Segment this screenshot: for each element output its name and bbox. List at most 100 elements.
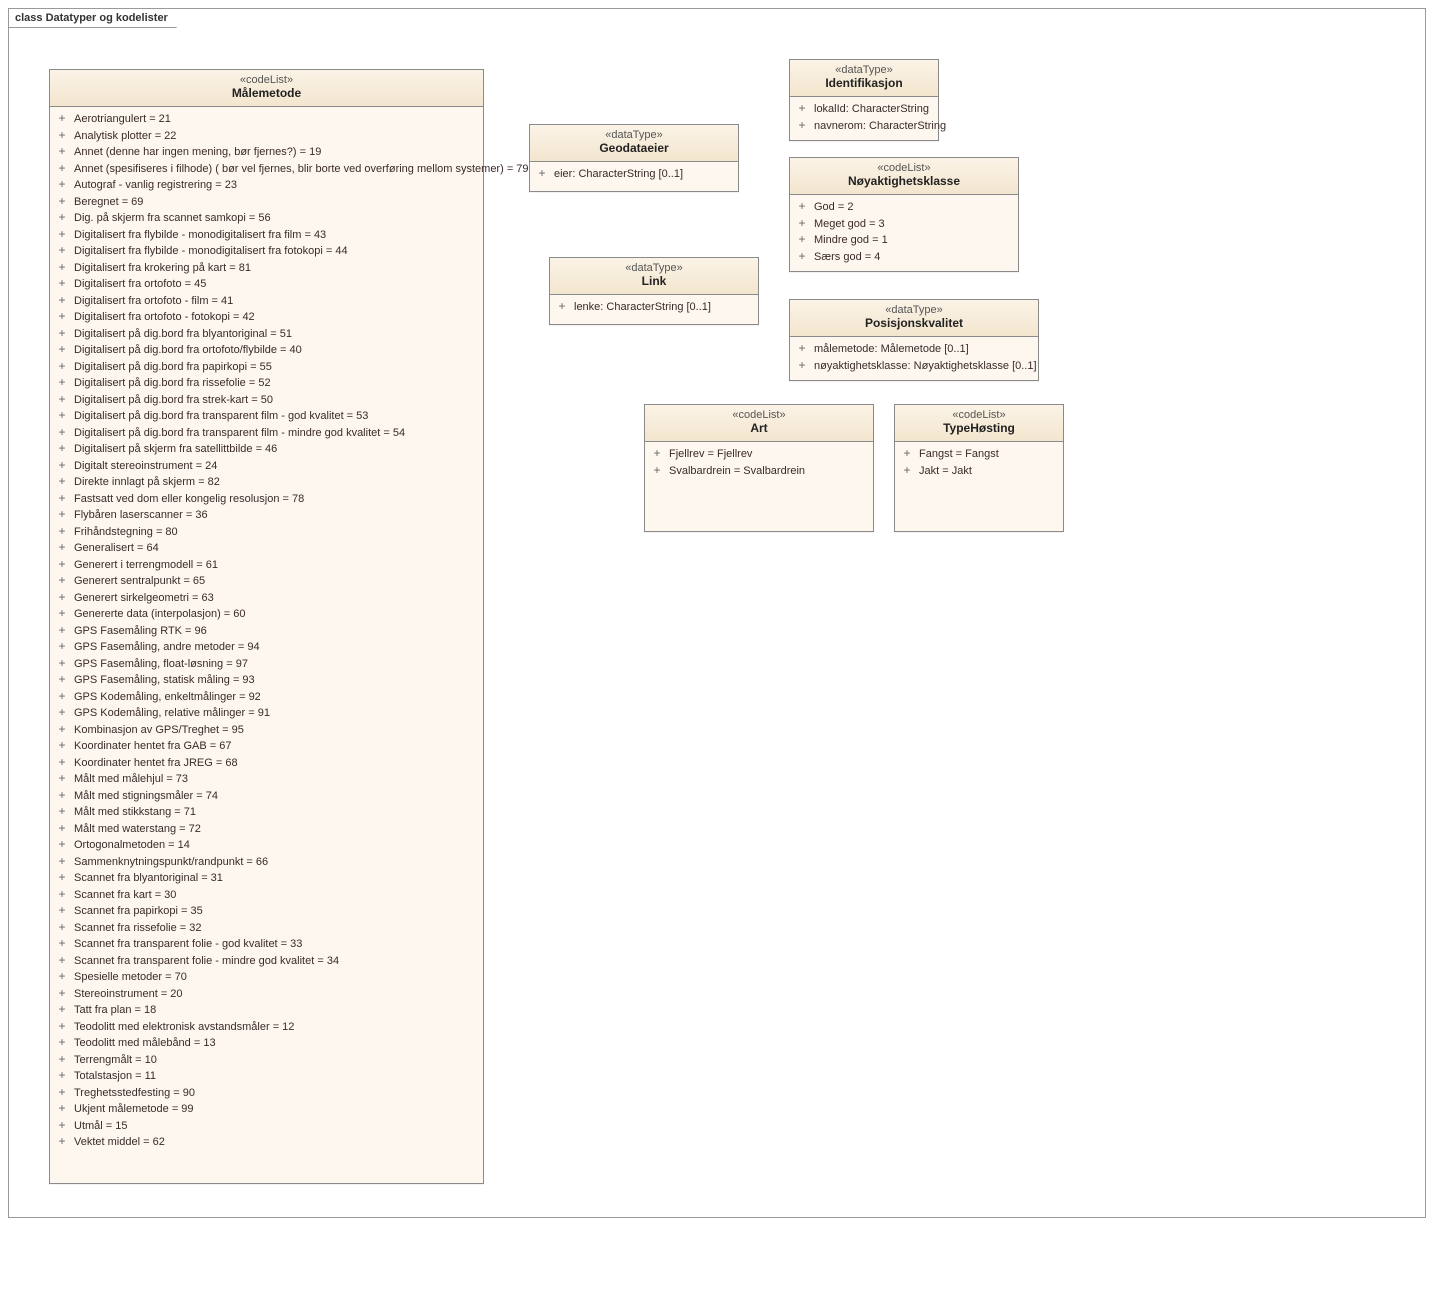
uml-attr-visibility: + xyxy=(58,854,66,870)
uml-attr-visibility: + xyxy=(58,359,66,375)
uml-attribute-row: +Scannet fra blyantoriginal = 31 xyxy=(58,870,477,887)
uml-attr-text: Scannet fra papirkopi = 35 xyxy=(74,904,203,920)
uml-class-header: «dataType»Posisjonskvalitet xyxy=(790,300,1038,337)
uml-attribute-row: +målemetode: Målemetode [0..1] xyxy=(798,341,1032,358)
uml-class-geodataeier: «dataType»Geodataeier +eier: CharacterStr… xyxy=(529,124,739,192)
uml-attribute-row: +Digitalt stereoinstrument = 24 xyxy=(58,458,477,475)
uml-class-body: +eier: CharacterString [0..1] xyxy=(530,162,738,189)
uml-attribute-row: +Digitalisert på dig.bord fra ortofoto/f… xyxy=(58,342,477,359)
uml-attr-text: Annet (spesifiseres i filhode) ( bør vel… xyxy=(74,162,529,178)
uml-stereotype: «dataType» xyxy=(796,64,932,76)
uml-attribute-row: +Jakt = Jakt xyxy=(903,463,1057,480)
uml-attribute-row: +God = 2 xyxy=(798,199,1012,216)
uml-attr-visibility: + xyxy=(58,573,66,589)
uml-attr-visibility: + xyxy=(58,606,66,622)
uml-attr-text: Digitalisert fra ortofoto - fotokopi = 4… xyxy=(74,310,255,326)
uml-attr-text: lokalId: CharacterString xyxy=(814,102,929,118)
uml-attribute-row: +Digitalisert på dig.bord fra rissefolie… xyxy=(58,375,477,392)
uml-attr-text: navnerom: CharacterString xyxy=(814,119,946,135)
uml-attribute-row: +GPS Fasemåling, statisk måling = 93 xyxy=(58,672,477,689)
uml-attribute-row: +Digitalisert fra flybilde - monodigital… xyxy=(58,243,477,260)
uml-attribute-row: +Målt med målehjul = 73 xyxy=(58,771,477,788)
uml-attr-visibility: + xyxy=(58,260,66,276)
uml-class-body: +Fjellrev = Fjellrev+Svalbardrein = Sval… xyxy=(645,442,873,485)
uml-attr-text: Scannet fra transparent folie - god kval… xyxy=(74,937,302,953)
uml-attr-text: Digitalisert fra krokering på kart = 81 xyxy=(74,261,251,277)
uml-attr-visibility: + xyxy=(58,326,66,342)
uml-class-header: «dataType»Geodataeier xyxy=(530,125,738,162)
uml-attr-visibility: + xyxy=(58,1118,66,1134)
uml-attribute-row: +Teodolitt med elektronisk avstandsmåler… xyxy=(58,1019,477,1036)
uml-attribute-row: + Autograf - vanlig registrering = 23 xyxy=(58,177,477,194)
uml-attr-visibility: + xyxy=(58,953,66,969)
uml-attr-text: Digitalisert fra ortofoto = 45 xyxy=(74,277,206,293)
uml-attr-text: Teodolitt med elektronisk avstandsmåler … xyxy=(74,1020,294,1036)
uml-attr-visibility: + xyxy=(903,446,911,462)
uml-attr-text: Digitalisert på dig.bord fra papirkopi =… xyxy=(74,360,272,376)
uml-attribute-row: +Utmål = 15 xyxy=(58,1118,477,1135)
uml-attr-visibility: + xyxy=(58,689,66,705)
uml-attr-text: Fastsatt ved dom eller kongelig resolusj… xyxy=(74,492,304,508)
uml-attr-text: målemetode: Målemetode [0..1] xyxy=(814,342,969,358)
uml-stereotype: «dataType» xyxy=(536,129,732,141)
uml-class-identifikasjon: «dataType»Identifikasjon+lokalId: Charac… xyxy=(789,59,939,141)
uml-attr-text: Scannet fra rissefolie = 32 xyxy=(74,921,202,937)
uml-attr-visibility: + xyxy=(58,128,66,144)
uml-attr-visibility: + xyxy=(58,557,66,573)
uml-attr-visibility: + xyxy=(58,788,66,804)
uml-attr-text: Jakt = Jakt xyxy=(919,464,972,480)
uml-attribute-row: +Målt med stikkstang = 71 xyxy=(58,804,477,821)
uml-attr-text: Vektet middel = 62 xyxy=(74,1135,165,1151)
uml-attr-text: Digitalisert fra flybilde - monodigitali… xyxy=(74,228,326,244)
uml-attr-visibility: + xyxy=(58,1068,66,1084)
uml-class-noyaktighet: «codeList»Nøyaktighetsklasse+God = 2+Meg… xyxy=(789,157,1019,272)
uml-attr-visibility: + xyxy=(58,111,66,127)
uml-attr-text: Annet (denne har ingen mening, bør fjern… xyxy=(74,145,321,161)
uml-class-name: Geodataeier xyxy=(536,141,732,155)
uml-attr-visibility: + xyxy=(58,177,66,193)
uml-attribute-row: +Særs god = 4 xyxy=(798,249,1012,266)
uml-attribute-row: +GPS Kodemåling, enkeltmålinger = 92 xyxy=(58,689,477,706)
uml-attribute-row: +Frihåndstegning = 80 xyxy=(58,524,477,541)
uml-class-posisjonskvalitet: «dataType»Posisjonskvalitet +målemetode: … xyxy=(789,299,1039,381)
uml-attr-text: GPS Fasemåling, float-løsning = 97 xyxy=(74,657,248,673)
uml-stereotype: «codeList» xyxy=(901,409,1057,421)
uml-attr-visibility: + xyxy=(798,118,806,134)
uml-attr-text: Digitalisert på dig.bord fra blyantorigi… xyxy=(74,327,292,343)
uml-attr-visibility: + xyxy=(58,1052,66,1068)
uml-attr-visibility: + xyxy=(58,590,66,606)
uml-class-header: «dataType»Link xyxy=(550,258,758,295)
uml-class-name: Nøyaktighetsklasse xyxy=(796,174,1012,188)
uml-attr-text: Generert i terrengmodell = 61 xyxy=(74,558,218,574)
uml-attr-text: Tatt fra plan = 18 xyxy=(74,1003,156,1019)
uml-attr-visibility: + xyxy=(58,771,66,787)
uml-attr-visibility: + xyxy=(58,755,66,771)
uml-attr-visibility: + xyxy=(58,392,66,408)
uml-attr-text: Generert sentralpunkt = 65 xyxy=(74,574,205,590)
uml-attr-visibility: + xyxy=(58,309,66,325)
uml-attr-text: Terrengmålt = 10 xyxy=(74,1053,157,1069)
uml-attr-text: Generalisert = 64 xyxy=(74,541,159,557)
uml-attr-text: Svalbardrein = Svalbardrein xyxy=(669,464,805,480)
uml-class-link: «dataType»Link+lenke: CharacterString [0… xyxy=(549,257,759,325)
uml-attribute-row: +Ukjent målemetode = 99 xyxy=(58,1101,477,1118)
uml-attribute-row: +Digitalisert fra ortofoto = 45 xyxy=(58,276,477,293)
uml-class-header: «codeList»Art xyxy=(645,405,873,442)
uml-attribute-row: +Scannet fra papirkopi = 35 xyxy=(58,903,477,920)
uml-attribute-row: + Generert i terrengmodell = 61 xyxy=(58,557,477,574)
uml-attr-text: Autograf - vanlig registrering = 23 xyxy=(74,178,237,194)
uml-attr-text: Digitalisert fra ortofoto - film = 41 xyxy=(74,294,233,310)
uml-attr-text: lenke: CharacterString [0..1] xyxy=(574,300,711,316)
uml-stereotype: «dataType» xyxy=(556,262,752,274)
uml-attr-visibility: + xyxy=(58,1085,66,1101)
uml-attribute-row: +Totalstasjon = 11 xyxy=(58,1068,477,1085)
uml-attribute-row: +eier: CharacterString [0..1] xyxy=(538,166,732,183)
uml-attr-text: nøyaktighetsklasse: Nøyaktighetsklasse [… xyxy=(814,359,1037,375)
uml-attr-visibility: + xyxy=(58,342,66,358)
uml-attr-text: GPS Fasemåling RTK = 96 xyxy=(74,624,207,640)
uml-class-malemetode: «codeList»Målemetode+Aerotriangulert = 2… xyxy=(49,69,484,1184)
uml-attribute-row: +Generalisert = 64 xyxy=(58,540,477,557)
uml-attr-visibility: + xyxy=(58,672,66,688)
uml-attr-visibility: + xyxy=(58,936,66,952)
uml-attr-visibility: + xyxy=(58,804,66,820)
